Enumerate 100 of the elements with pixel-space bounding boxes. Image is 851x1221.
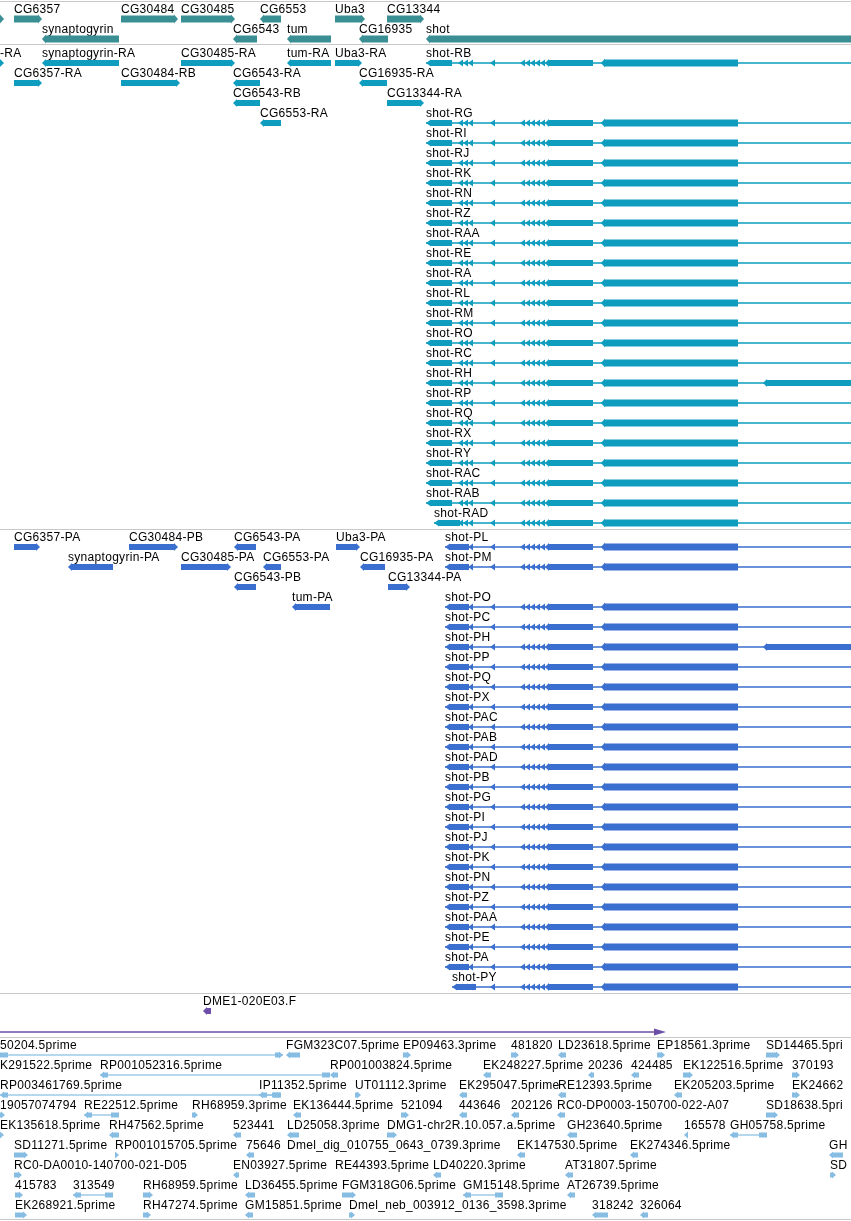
feature-label: CG6553 (260, 3, 307, 16)
feature-label: shot-PK (445, 851, 490, 864)
feature-label: Uba3-RA (335, 47, 387, 60)
feature-label: shot-PAA (445, 911, 498, 924)
feature-label: shot-PB (445, 771, 490, 784)
feature-label: RE12393.5prime (558, 1079, 653, 1092)
feature-label: shot-RE (426, 247, 472, 260)
feature-label: EK147530.5prime (517, 1139, 618, 1152)
feature-label: tum-RA (287, 47, 330, 60)
feature-label: CG13344 (387, 3, 441, 16)
feature-label: shot-RX (426, 427, 472, 440)
feature-label: shot-PM (445, 551, 492, 564)
feature-label: CG30485-PA (181, 551, 255, 564)
feature-label: shot-RI (426, 127, 467, 140)
feature-label: 443646 (459, 1099, 501, 1112)
feature-label: shot-RC (426, 347, 473, 360)
feature-label: FGM323C07.5prime (286, 1039, 400, 1052)
feature-label: shot-PAB (445, 731, 498, 744)
feature-label: shot-RB (426, 47, 472, 60)
feature-label: CG6543-PB (234, 571, 302, 584)
feature-label: shot-RK (426, 167, 472, 180)
feature-label: UT01112.3prime (355, 1079, 447, 1092)
feature-label: shot-PO (445, 591, 492, 604)
feature-label: RP001003824.5prime (330, 1059, 453, 1072)
feature-label: synaptogyrin-PA (68, 551, 160, 564)
feature-label: shot-RH (426, 367, 473, 380)
feature-label: LD25058.3prime (287, 1119, 380, 1132)
feature-label: SD14465.5pri (766, 1039, 843, 1052)
feature-label: shot-RAC (426, 467, 481, 480)
feature-label: tum-PA (292, 591, 333, 604)
feature-label: shot-PAC (445, 711, 498, 724)
feature-label: 523441 (233, 1119, 275, 1132)
feature-label: IP11352.5prime (259, 1079, 348, 1092)
feature-label: LD36455.5prime (245, 1179, 338, 1192)
feature-label: LD40220.3prime (433, 1159, 526, 1172)
feature-label: CG16935-RA (359, 67, 435, 80)
feature-label: EK136444.5prime (293, 1099, 394, 1112)
feature-label: 50204.5prime (0, 1039, 77, 1052)
feature-label: RC0-DA0010-140700-021-D05 (14, 1159, 187, 1172)
feature-label: RP001015705.5prime (115, 1139, 238, 1152)
feature-label: shot-RG (426, 107, 473, 120)
feature-label: shot (426, 23, 450, 36)
feature-label: synaptogyrin-RA (42, 47, 136, 60)
feature-label: shot-PX (445, 691, 490, 704)
feature-label: shot-RAA (426, 227, 480, 240)
feature-label: shot-PA (445, 951, 489, 964)
feature-label: Uba3-PA (336, 531, 386, 544)
feature-label: 202126 (511, 1099, 553, 1112)
feature-label: CG6357-RA (14, 67, 83, 80)
feature-label: shot-RJ (426, 147, 470, 160)
feature-label: 481820 (511, 1039, 553, 1052)
feature-label: EN03927.5prime (233, 1159, 328, 1172)
feature-label: EP09463.3prime (403, 1039, 497, 1052)
feature-label: SD18638.5pri (766, 1099, 843, 1112)
feature-label: 521094 (401, 1099, 443, 1112)
feature-label: FGM318G06.5prime (342, 1179, 457, 1192)
feature-label: shot-RM (426, 307, 474, 320)
feature-label: 370193 (792, 1059, 834, 1072)
feature-label: RP003461769.5prime (0, 1079, 123, 1092)
feature-label: GH05758.5prime (730, 1119, 826, 1132)
feature-label: shot-PJ (445, 831, 488, 844)
feature-label: CG16935 (359, 23, 413, 36)
feature-label: EK205203.5prime (674, 1079, 775, 1092)
feature-label: CG30484-RB (121, 67, 197, 80)
feature-label: SD11271.5prime (14, 1139, 108, 1152)
feature-label: 75646 (246, 1139, 281, 1152)
feature-label: shot-RY (426, 447, 472, 460)
feature-label: shot-PC (445, 611, 491, 624)
feature-label: GH23640.5prime (567, 1119, 663, 1132)
feature-label: RP001052316.5prime (100, 1059, 223, 1072)
feature-label: 424485 (631, 1059, 673, 1072)
feature-label: Uba3 (335, 3, 365, 16)
feature-label: GM15148.5prime (463, 1179, 560, 1192)
feature-label: Dmel_neb_003912_0136_3598.3prime (349, 1199, 567, 1212)
feature-label: 165578 (684, 1119, 726, 1132)
feature-label: CG30485-RA (181, 47, 257, 60)
feature-label: shot-RL (426, 287, 471, 300)
feature-label: 20236 (588, 1059, 623, 1072)
feature-label: EK24662 (792, 1079, 844, 1092)
feature-label: CG30485 (181, 3, 235, 16)
feature-label: CG6543-PA (234, 531, 301, 544)
feature-label: CG6553-PA (263, 551, 330, 564)
feature-label: shot-PQ (445, 671, 492, 684)
feature-label: AT26739.5prime (567, 1179, 660, 1192)
feature-label: CG6543-RA (233, 67, 302, 80)
feature-label: GM15851.5prime (245, 1199, 342, 1212)
feature-label: shot-PP (445, 651, 490, 664)
feature-label: shot-RN (426, 187, 473, 200)
feature-label: Dmel_dig_010755_0643_0739.3prime (287, 1139, 501, 1152)
feature-label: SD (830, 1159, 848, 1172)
feature-label: shot-RQ (426, 407, 473, 420)
feature-label: EK248227.5prime (483, 1059, 584, 1072)
feature-label: RH68959.3prime (192, 1099, 287, 1112)
feature-label: shot-RZ (426, 207, 471, 220)
feature-label: 313549 (73, 1179, 115, 1192)
feature-label: RE22512.5prime (84, 1099, 179, 1112)
feature-label: CG13344-RA (387, 87, 463, 100)
feature-label: -RA (0, 47, 22, 60)
feature-label: shot-PI (445, 811, 486, 824)
feature-label: shot-PZ (445, 891, 490, 904)
